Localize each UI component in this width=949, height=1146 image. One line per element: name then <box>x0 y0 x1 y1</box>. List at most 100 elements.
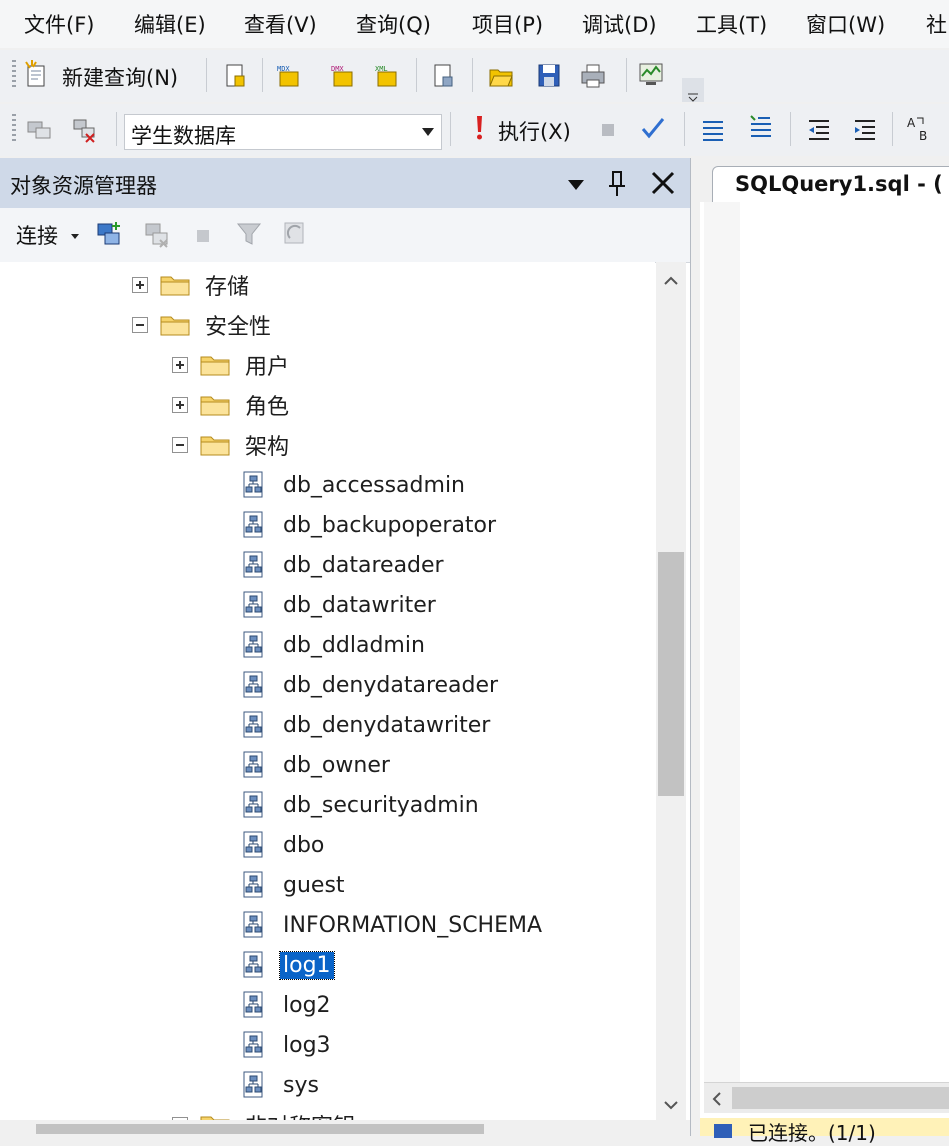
analysis-xmla-query-icon[interactable]: XML <box>374 62 400 90</box>
tree-schema-node[interactable]: log3 <box>242 1026 334 1064</box>
scroll-up-arrow-icon[interactable] <box>663 276 679 286</box>
tree-node-label[interactable]: INFORMATION_SCHEMA <box>280 912 545 939</box>
close-icon[interactable] <box>650 170 676 196</box>
increase-indent-icon[interactable] <box>852 116 878 144</box>
activity-monitor-icon[interactable] <box>638 60 664 88</box>
toolbar-overflow-button[interactable] <box>682 78 704 102</box>
tree-node-label[interactable]: db_denydatawriter <box>280 712 493 739</box>
tree-node-label[interactable]: 非对称密钥 <box>242 1108 358 1120</box>
expand-icon[interactable] <box>172 397 188 413</box>
tree-schema-node[interactable]: db_accessadmin <box>242 466 468 504</box>
tree-schema-node[interactable]: db_owner <box>242 746 393 784</box>
tree-node-label[interactable]: 存储 <box>202 268 252 302</box>
tree-schema-node[interactable]: db_denydatawriter <box>242 706 493 744</box>
tree-node-label[interactable]: db_ddladmin <box>280 632 428 659</box>
tree-folder-node[interactable]: 角色 <box>172 386 292 424</box>
tree-node-label[interactable]: 架构 <box>242 428 292 462</box>
tree-folder-node[interactable]: 用户 <box>172 346 292 384</box>
change-connection-icon[interactable] <box>72 116 98 144</box>
specify-template-values-icon[interactable]: A B <box>906 114 932 142</box>
menu-view[interactable]: 查看(V) <box>244 9 317 39</box>
connect-dropdown-button[interactable]: 连接 <box>16 220 58 250</box>
tree-schema-node[interactable]: db_datareader <box>242 546 447 584</box>
execute-button[interactable]: 执行(X) <box>498 116 571 146</box>
refresh-icon[interactable] <box>282 220 308 248</box>
expand-icon[interactable] <box>132 277 148 293</box>
print-icon[interactable] <box>580 62 606 90</box>
save-icon[interactable] <box>536 62 562 90</box>
tree-schema-node[interactable]: log1 <box>242 946 335 984</box>
tree-schema-node[interactable]: guest <box>242 866 348 904</box>
tree-node-label[interactable]: sys <box>280 1072 322 1099</box>
menu-file[interactable]: 文件(F) <box>24 9 94 39</box>
new-query-button[interactable]: 新建查询(N) <box>62 62 178 92</box>
tree-node-label[interactable]: log3 <box>280 1032 334 1059</box>
tree-node-label[interactable]: 角色 <box>242 388 292 422</box>
tree-node-label[interactable]: log2 <box>280 992 334 1019</box>
execute-icon[interactable] <box>466 114 492 142</box>
tree-node-label[interactable]: db_backupoperator <box>280 512 499 539</box>
tree-node-label[interactable]: db_datareader <box>280 552 447 579</box>
compact-edition-query-icon[interactable] <box>430 62 456 90</box>
menu-debug[interactable]: 调试(D) <box>582 9 657 39</box>
scroll-down-arrow-icon[interactable] <box>663 1100 679 1110</box>
tree-node-label[interactable]: db_accessadmin <box>280 472 468 499</box>
menu-community[interactable]: 社 <box>926 9 947 39</box>
tree-node-label[interactable]: 用户 <box>242 348 292 382</box>
collapse-icon[interactable] <box>172 437 188 453</box>
analysis-dmx-query-icon[interactable]: DMX <box>330 62 356 90</box>
scrollbar-thumb[interactable] <box>658 552 684 796</box>
analysis-mdx-query-icon[interactable]: MDX <box>276 62 302 90</box>
tree-schema-node[interactable]: db_datawriter <box>242 586 439 624</box>
tree-node-label[interactable]: db_denydatareader <box>280 672 501 699</box>
tree-folder-node[interactable]: 存储 <box>132 266 252 304</box>
tree-schema-node[interactable]: INFORMATION_SCHEMA <box>242 906 545 944</box>
tree-node-label[interactable]: db_securityadmin <box>280 792 482 819</box>
connect-icon[interactable] <box>26 116 52 144</box>
parse-check-icon[interactable] <box>640 114 666 142</box>
tree-node-label[interactable]: db_owner <box>280 752 393 779</box>
menu-query[interactable]: 查询(Q) <box>356 9 431 39</box>
collapse-icon[interactable] <box>132 317 148 333</box>
expand-icon[interactable] <box>172 357 188 373</box>
tree-vertical-scrollbar[interactable] <box>656 262 686 1120</box>
editor-horizontal-scrollbar[interactable] <box>704 1082 949 1113</box>
tree-folder-node[interactable]: 架构 <box>172 426 292 464</box>
tree-folder-node[interactable]: 非对称密钥 <box>172 1106 358 1120</box>
menu-tools[interactable]: 工具(T) <box>696 9 767 39</box>
tree-node-label[interactable]: db_datawriter <box>280 592 439 619</box>
scrollbar-thumb[interactable] <box>36 1124 484 1134</box>
database-select[interactable]: 学生数据库 <box>124 114 442 150</box>
tree-node-label[interactable]: guest <box>280 872 348 899</box>
pin-icon[interactable] <box>606 170 628 198</box>
tree-horizontal-scrollbar[interactable] <box>0 1120 690 1136</box>
results-to-grid-icon[interactable] <box>748 114 774 142</box>
open-folder-icon[interactable] <box>488 62 514 90</box>
stop-icon[interactable] <box>192 222 218 250</box>
menu-project[interactable]: 项目(P) <box>472 9 543 39</box>
menu-edit[interactable]: 编辑(E) <box>134 9 206 39</box>
window-position-dropdown-icon[interactable] <box>566 178 586 192</box>
connect-object-explorer-icon[interactable] <box>96 220 122 248</box>
tree-schema-node[interactable]: db_backupoperator <box>242 506 499 544</box>
tree-schema-node[interactable]: dbo <box>242 826 327 864</box>
toolbar-grip[interactable] <box>12 60 16 90</box>
scroll-left-arrow-icon[interactable] <box>712 1091 722 1107</box>
tree-schema-node[interactable]: db_ddladmin <box>242 626 428 664</box>
stop-icon[interactable] <box>596 116 622 144</box>
tree-node-label[interactable]: 安全性 <box>202 308 274 342</box>
filter-icon[interactable] <box>236 220 262 248</box>
tree-schema-node[interactable]: db_securityadmin <box>242 786 482 824</box>
tree-schema-node[interactable]: log2 <box>242 986 334 1024</box>
tree-schema-node[interactable]: db_denydatareader <box>242 666 501 704</box>
database-engine-query-icon[interactable] <box>222 62 248 90</box>
tab-sqlquery1[interactable]: SQLQuery1.sql - ( <box>712 166 949 203</box>
tree-folder-node[interactable]: 安全性 <box>132 306 274 344</box>
tree-node-label[interactable]: log1 <box>279 950 335 980</box>
new-query-icon[interactable] <box>24 60 50 88</box>
toolbar-grip[interactable] <box>12 114 16 144</box>
menu-window[interactable]: 窗口(W) <box>806 9 885 39</box>
decrease-indent-icon[interactable] <box>806 116 832 144</box>
editor-text-area[interactable] <box>740 202 949 1082</box>
tree-schema-node[interactable]: sys <box>242 1066 322 1104</box>
